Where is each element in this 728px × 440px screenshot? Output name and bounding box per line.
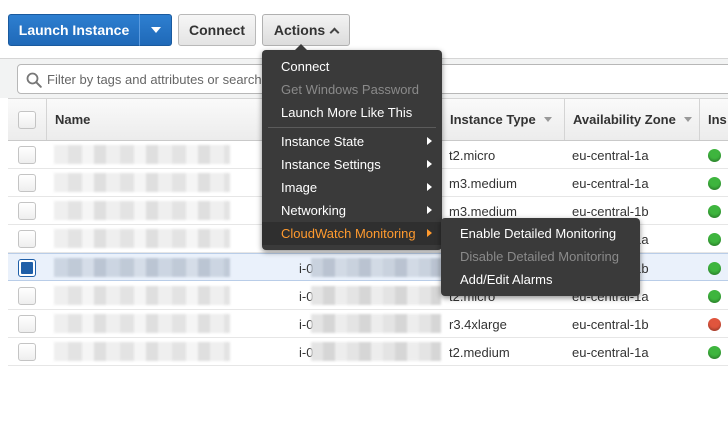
redacted-instance-name bbox=[54, 286, 230, 305]
row-checkbox[interactable] bbox=[18, 174, 36, 192]
menu-separator bbox=[268, 127, 436, 128]
menu-item-disable-detailed-monitoring: Disable Detailed Monitoring bbox=[441, 245, 640, 268]
select-all-checkbox[interactable] bbox=[18, 110, 36, 129]
instance-type-cell: t2.micro bbox=[449, 147, 496, 163]
menu-item-label: Networking bbox=[281, 203, 347, 218]
caret-right-icon bbox=[427, 229, 432, 237]
redacted-instance-id bbox=[311, 258, 441, 277]
caret-right-icon bbox=[427, 137, 432, 145]
sort-caret-icon bbox=[543, 117, 552, 122]
launch-instance-label: Launch Instance bbox=[18, 22, 130, 38]
redacted-instance-name bbox=[54, 145, 230, 164]
menu-item-label: Instance State bbox=[281, 134, 365, 149]
menu-item-get-windows-password: Get Windows Password bbox=[262, 78, 442, 101]
row-checkbox[interactable] bbox=[18, 287, 36, 305]
status-running-icon bbox=[708, 290, 721, 303]
redacted-instance-id bbox=[311, 286, 441, 305]
redacted-instance-name bbox=[54, 173, 230, 192]
table-row[interactable]: i-0 t2.medium eu-central-1a bbox=[8, 338, 728, 366]
row-checkbox[interactable] bbox=[18, 230, 36, 248]
redacted-instance-name bbox=[54, 201, 230, 220]
launch-instance-dropdown-button[interactable] bbox=[139, 14, 172, 46]
search-icon bbox=[26, 72, 42, 88]
menu-item-networking[interactable]: Networking bbox=[262, 199, 442, 222]
cloudwatch-submenu: Enable Detailed Monitoring Disable Detai… bbox=[441, 218, 640, 296]
caret-down-icon bbox=[150, 27, 161, 33]
column-header-az-label: Availability Zone bbox=[573, 112, 676, 127]
menu-item-label: CloudWatch Monitoring bbox=[281, 226, 416, 241]
menu-item-label: Instance Settings bbox=[281, 157, 381, 172]
status-running-icon bbox=[708, 233, 721, 246]
column-header-instance-type[interactable]: Instance Type bbox=[441, 99, 564, 140]
redacted-instance-name bbox=[54, 258, 230, 277]
status-running-icon bbox=[708, 205, 721, 218]
menu-item-add-edit-alarms[interactable]: Add/Edit Alarms bbox=[441, 268, 640, 291]
availability-zone-cell: eu-central-1b bbox=[572, 316, 649, 332]
menu-item-label: Image bbox=[281, 180, 318, 195]
status-running-icon bbox=[708, 262, 721, 275]
availability-zone-cell: eu-central-1a bbox=[572, 175, 649, 191]
actions-label: Actions bbox=[273, 22, 326, 38]
actions-button[interactable]: Actions bbox=[262, 14, 350, 46]
menu-item-label: Connect bbox=[281, 59, 330, 74]
column-header-instance-state[interactable]: Ins bbox=[699, 99, 728, 140]
status-stopped-icon bbox=[708, 318, 721, 331]
menu-pointer bbox=[295, 44, 307, 50]
status-running-icon bbox=[708, 149, 721, 162]
caret-right-icon bbox=[427, 183, 432, 191]
chevron-up-icon bbox=[329, 27, 340, 37]
redacted-instance-name bbox=[54, 229, 230, 248]
row-checkbox[interactable] bbox=[18, 202, 36, 220]
row-checkbox-checked[interactable] bbox=[18, 259, 36, 277]
redacted-instance-name bbox=[54, 314, 230, 333]
menu-item-instance-state[interactable]: Instance State bbox=[262, 130, 442, 153]
caret-right-icon bbox=[427, 206, 432, 214]
row-checkbox[interactable] bbox=[18, 343, 36, 361]
column-header-type-label: Instance Type bbox=[450, 112, 536, 127]
availability-zone-cell: eu-central-1a bbox=[572, 344, 649, 360]
menu-item-launch-more-like-this[interactable]: Launch More Like This bbox=[262, 101, 442, 124]
redacted-instance-id bbox=[311, 314, 441, 333]
column-header-availability-zone[interactable]: Availability Zone bbox=[564, 99, 699, 140]
menu-item-label: Get Windows Password bbox=[281, 82, 419, 97]
column-header-name-label: Name bbox=[55, 112, 91, 127]
header-select-all-cell bbox=[8, 99, 46, 140]
menu-item-label: Enable Detailed Monitoring bbox=[460, 226, 617, 241]
caret-right-icon bbox=[427, 160, 432, 168]
status-running-icon bbox=[708, 346, 721, 359]
menu-item-label: Disable Detailed Monitoring bbox=[460, 249, 619, 264]
menu-item-cloudwatch-monitoring[interactable]: CloudWatch Monitoring bbox=[262, 222, 442, 245]
menu-item-image[interactable]: Image bbox=[262, 176, 442, 199]
column-header-name[interactable]: Name bbox=[46, 99, 294, 140]
instance-type-cell: t2.medium bbox=[449, 344, 510, 360]
row-checkbox[interactable] bbox=[18, 146, 36, 164]
sort-caret-icon bbox=[683, 117, 692, 122]
menu-item-label: Add/Edit Alarms bbox=[460, 272, 553, 287]
availability-zone-cell: eu-central-1a bbox=[572, 147, 649, 163]
instance-type-cell: m3.medium bbox=[449, 175, 517, 191]
column-header-state-label: Ins bbox=[708, 112, 727, 127]
instance-type-cell: r3.4xlarge bbox=[449, 316, 507, 332]
launch-instance-button[interactable]: Launch Instance bbox=[8, 14, 139, 46]
row-checkbox[interactable] bbox=[18, 315, 36, 333]
status-running-icon bbox=[708, 177, 721, 190]
connect-label: Connect bbox=[189, 22, 245, 38]
redacted-instance-id bbox=[311, 342, 441, 361]
menu-item-label: Launch More Like This bbox=[281, 105, 413, 120]
connect-button[interactable]: Connect bbox=[178, 14, 256, 46]
menu-item-connect[interactable]: Connect bbox=[262, 55, 442, 78]
actions-menu: Connect Get Windows Password Launch More… bbox=[262, 44, 442, 250]
menu-item-instance-settings[interactable]: Instance Settings bbox=[262, 153, 442, 176]
table-row[interactable]: i-0 r3.4xlarge eu-central-1b bbox=[8, 310, 728, 338]
menu-item-enable-detailed-monitoring[interactable]: Enable Detailed Monitoring bbox=[441, 222, 640, 245]
redacted-instance-name bbox=[54, 342, 230, 361]
